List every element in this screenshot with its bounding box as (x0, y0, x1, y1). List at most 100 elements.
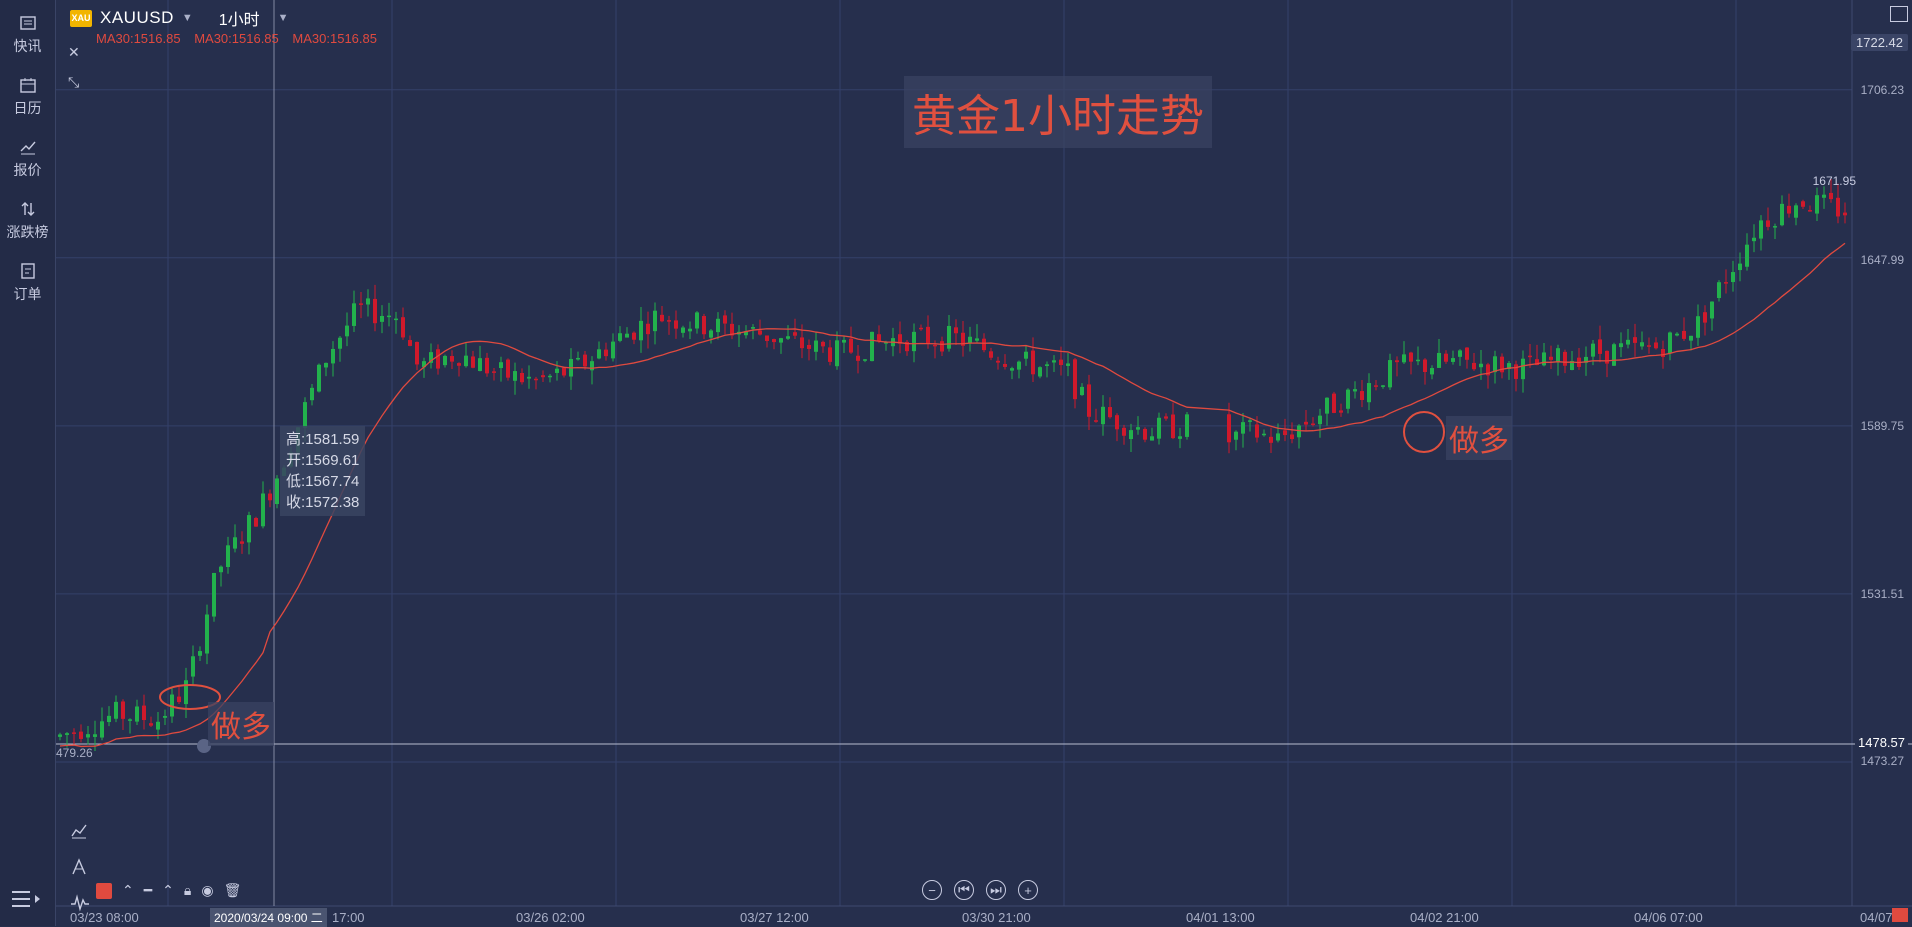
candle-body (1528, 355, 1532, 358)
color-swatch[interactable] (96, 882, 112, 899)
candle-body (1843, 212, 1847, 216)
candle-body (1185, 414, 1189, 437)
candle-body (758, 330, 762, 335)
candle-body (996, 360, 1000, 363)
candle-body (1402, 354, 1406, 363)
candle-body (772, 339, 776, 343)
chevron-down-icon[interactable]: ▼ (278, 12, 289, 24)
candle-body (1311, 423, 1315, 426)
candle-body (457, 363, 461, 366)
candle-body (1346, 389, 1350, 409)
candle-body (1276, 433, 1280, 441)
indicator-tool-icon[interactable] (70, 822, 88, 845)
candle-body (1675, 333, 1679, 336)
trash-icon[interactable]: 🗑︎ (224, 882, 242, 899)
candle-body (1087, 384, 1091, 417)
candle-body (1290, 434, 1294, 440)
candle-body (436, 349, 440, 369)
candle-body (947, 325, 951, 349)
candle-body (723, 315, 727, 324)
sidebar-item-quotes[interactable]: 报价 (0, 138, 55, 180)
chevron-up-icon[interactable]: ⌃ (122, 882, 134, 899)
news-icon (0, 14, 55, 36)
candle-body (478, 358, 482, 371)
eye-icon[interactable]: ◉ (201, 882, 213, 899)
candle-body (968, 336, 972, 343)
symbol-selector[interactable]: XAUUSD (100, 8, 174, 28)
candle-body (709, 330, 713, 338)
candle-body (513, 371, 517, 381)
updown-arrows-icon (0, 200, 55, 222)
chevron-up-icon[interactable]: ⌃ (162, 882, 174, 899)
candle-body (1353, 389, 1357, 392)
candle-body (1248, 420, 1252, 422)
candle-body (128, 719, 132, 721)
skip-back-button[interactable]: ⏮︎ (954, 880, 974, 900)
sidebar-item-ranking[interactable]: 涨跌榜 (0, 200, 55, 242)
chart-navigation: − ⏮︎ ⏭︎ + (922, 880, 1038, 900)
candle-body (1451, 358, 1455, 362)
mail-icon[interactable] (1892, 908, 1908, 922)
candle-body (933, 344, 937, 347)
candle-body (373, 298, 377, 324)
candle-body (72, 732, 76, 734)
candle-body (1101, 406, 1105, 425)
line-style-icon[interactable]: ━ (144, 882, 152, 899)
candle-body (450, 356, 454, 362)
candle-body (1766, 220, 1770, 227)
price-axis-label: 1473.27 (1860, 754, 1904, 768)
lock-icon[interactable]: 🔒︎ (184, 882, 191, 899)
candle-body (1080, 386, 1084, 396)
zoom-in-button[interactable]: + (1018, 880, 1038, 900)
candle-body (821, 341, 825, 347)
candle-body (499, 362, 503, 369)
panel-toggle-icon[interactable] (1890, 6, 1908, 22)
candle-body (688, 328, 692, 332)
sidebar-item-calendar[interactable]: 日历 (0, 76, 55, 118)
draw-tool-icon[interactable] (70, 858, 88, 881)
chart-area[interactable]: XAU XAUUSD ▼ 1小时 ▼ MA30:1516.85 MA30:151… (56, 0, 1912, 927)
candle-body (604, 349, 608, 357)
sidebar-item-orders[interactable]: 订单 (0, 262, 55, 304)
candle-body (1304, 421, 1308, 425)
time-axis-label: 03/23 08:00 (70, 910, 139, 925)
candle-body (786, 336, 790, 339)
menu-expand-button[interactable] (8, 884, 48, 914)
sidebar-item-news[interactable]: 快讯 (0, 14, 55, 56)
candle-body (856, 355, 860, 361)
price-axis-top: 1722.42 (1851, 34, 1908, 51)
candle-body (1787, 205, 1791, 214)
candle-body (261, 493, 265, 527)
candle-body (842, 339, 846, 343)
candle-body (380, 315, 384, 322)
candle-body (240, 541, 244, 544)
candle-body (1150, 436, 1154, 441)
chevron-down-icon[interactable]: ▼ (182, 12, 193, 24)
period-selector[interactable]: 1小时 (219, 6, 260, 30)
candle-body (1031, 350, 1035, 375)
candle-body (191, 656, 195, 677)
candle-body (1241, 422, 1245, 434)
candle-body (1255, 424, 1259, 438)
collapse-icon[interactable]: ⤡ (68, 74, 84, 90)
candle-body (583, 354, 587, 367)
candle-body (163, 715, 167, 718)
candle-body (212, 572, 216, 617)
ma-value: MA30:1516.85 (96, 31, 181, 46)
candle-body (1269, 436, 1273, 443)
candle-body (1143, 428, 1147, 440)
close-icon[interactable]: ✕ (68, 44, 84, 60)
zoom-out-button[interactable]: − (922, 880, 942, 900)
candle-body (1395, 360, 1399, 363)
candle-body (1710, 301, 1714, 319)
time-axis-label: 04/07 (1860, 910, 1893, 925)
candle-body (807, 344, 811, 349)
candle-body (1493, 356, 1497, 373)
candle-body (1626, 339, 1630, 345)
candle-body (317, 364, 321, 392)
candle-body (198, 651, 202, 656)
skip-forward-button[interactable]: ⏭︎ (986, 880, 1006, 900)
price-axis-label: 1589.75 (1860, 419, 1904, 433)
candle-body (849, 338, 853, 353)
symbol-bar: XAU XAUUSD ▼ 1小时 ▼ (70, 6, 289, 30)
